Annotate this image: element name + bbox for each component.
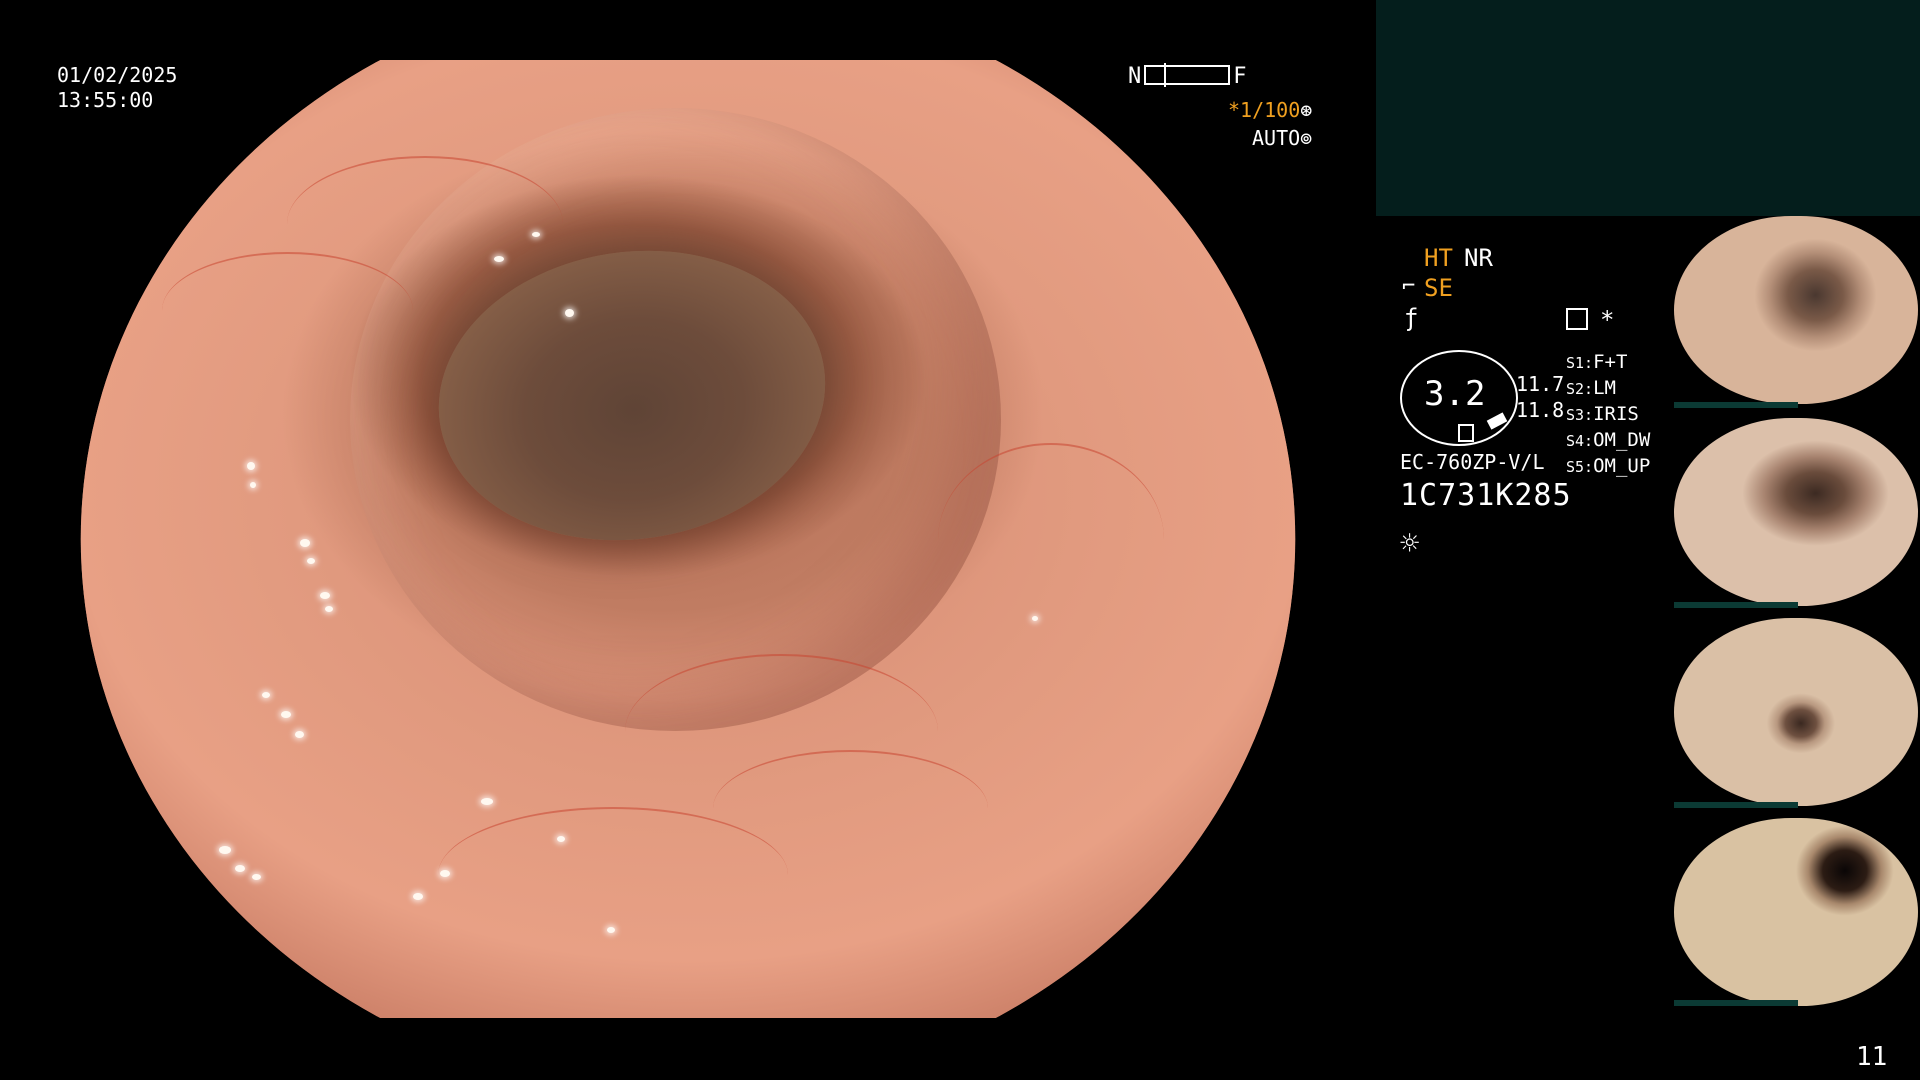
near-label: N	[1128, 64, 1142, 89]
shutter-value: *1/100	[1228, 98, 1301, 122]
vessel-pattern	[938, 443, 1164, 637]
switch-slot: S4:OM_DW	[1566, 429, 1651, 451]
thumbnail-caption-bar	[1674, 802, 1798, 808]
specular-highlight	[299, 539, 310, 547]
switch-slot: S1:F+T	[1566, 351, 1628, 373]
structure-enhance-icon: ⌐	[1402, 274, 1416, 299]
se-indicator: SE	[1424, 274, 1453, 302]
vessel-pattern	[437, 807, 789, 943]
exam-date: 01/02/2025	[57, 63, 178, 87]
switch-assignments: S1:F+T S2:LM S3:IRIS S4:OM_DW S5:OM_UP	[1566, 350, 1650, 480]
shutter-speed: *1/100⊛	[1228, 98, 1312, 123]
specular-highlight	[324, 606, 333, 613]
specular-highlight	[1032, 615, 1039, 621]
vessel-pattern	[287, 155, 563, 292]
gauge-marker	[1458, 424, 1474, 442]
main-endoscopic-view	[80, 60, 1296, 1018]
switch-slot: S3:IRIS	[1566, 403, 1639, 425]
iris-icon: ⊚	[1300, 126, 1313, 150]
light-icon: ☼	[1400, 524, 1420, 562]
specular-highlight	[440, 869, 451, 877]
exam-time: 13:55:00	[57, 88, 154, 112]
specular-highlight	[234, 864, 245, 872]
near-far-gauge: NF	[1128, 63, 1247, 89]
captured-image-thumbnail[interactable]	[1674, 818, 1918, 1006]
aperture-icon: ⊛	[1300, 98, 1313, 122]
scope-serial: 1C731K285	[1400, 478, 1572, 513]
reading-1: 11.7	[1516, 372, 1565, 396]
specular-highlight	[294, 730, 304, 738]
freeze-icon: ƒ	[1404, 304, 1419, 332]
focus-bar	[1144, 63, 1231, 87]
nr-indicator: NR	[1464, 244, 1493, 272]
patient-info-panel	[1376, 0, 1920, 216]
gauge-value: 3.2	[1424, 374, 1486, 414]
captured-image-thumbnail[interactable]	[1674, 618, 1918, 806]
specular-highlight	[249, 481, 256, 488]
switch-slot: S2:LM	[1566, 377, 1616, 399]
ht-indicator: HT	[1424, 244, 1453, 272]
iris-mode: AUTO⊚	[1252, 126, 1312, 151]
switch-slot: S5:OM_UP	[1566, 455, 1651, 477]
star-indicator: *	[1600, 306, 1615, 334]
iris-mode-label: AUTO	[1252, 126, 1301, 150]
grid-icon	[1566, 308, 1588, 330]
captured-image-thumbnail[interactable]	[1674, 418, 1918, 606]
captured-image-thumbnail[interactable]	[1674, 216, 1918, 404]
specular-highlight	[481, 797, 494, 805]
specular-highlight	[556, 835, 565, 842]
page-number: 11	[1856, 1042, 1888, 1072]
specular-highlight	[218, 845, 231, 854]
far-label: F	[1233, 64, 1247, 89]
scope-model: EC-760ZP-V/L	[1400, 450, 1545, 474]
specular-highlight	[319, 591, 330, 599]
thumbnail-caption-bar	[1674, 1000, 1798, 1006]
thumbnail-caption-bar	[1674, 602, 1798, 608]
reading-2: 11.8	[1516, 398, 1565, 422]
specular-highlight	[606, 926, 615, 933]
thumbnail-caption-bar	[1674, 402, 1798, 408]
